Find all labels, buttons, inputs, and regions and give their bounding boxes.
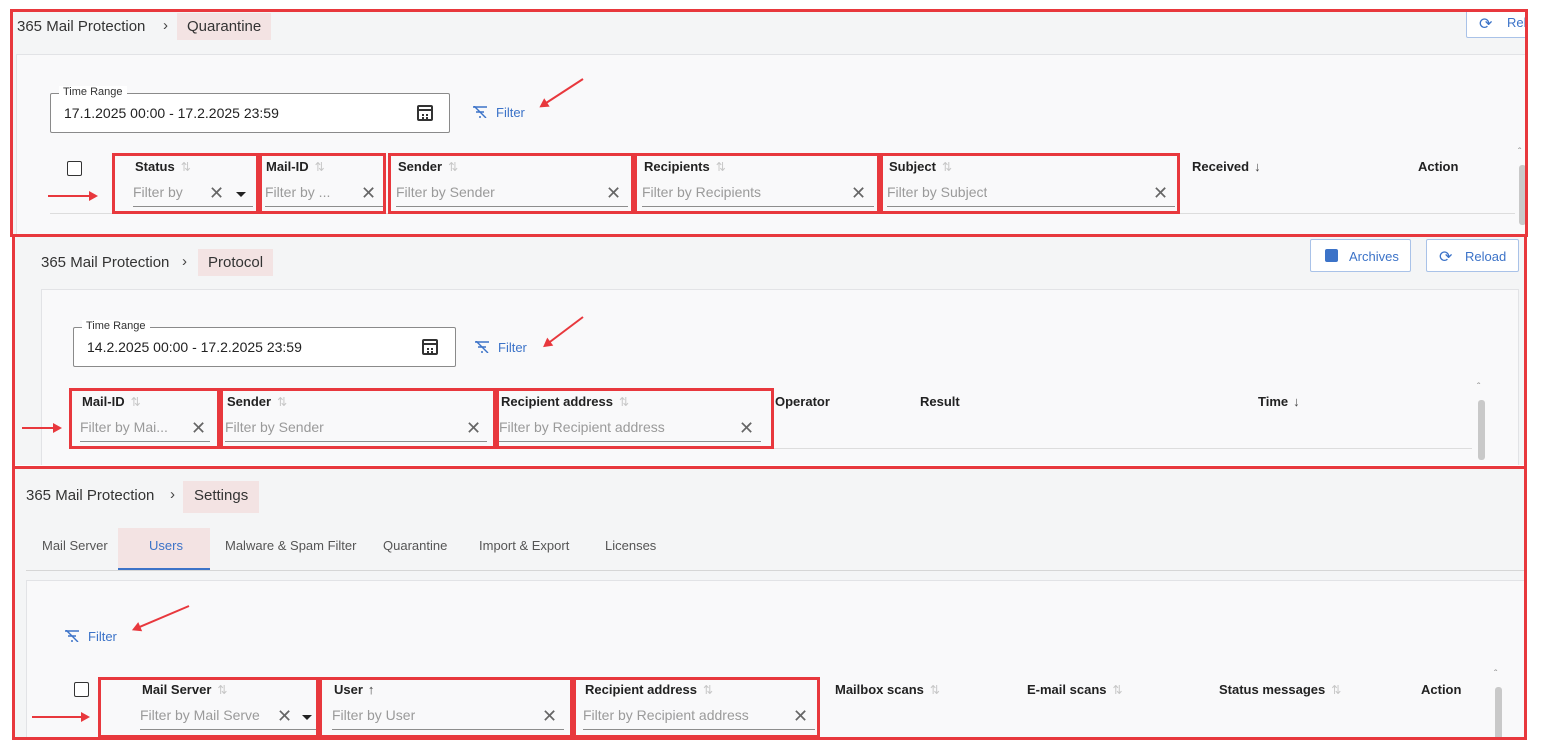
select-all-checkbox[interactable] [67, 161, 82, 176]
column-time-label: Time [1258, 394, 1289, 409]
sort-icon: ⇅ [1331, 683, 1342, 697]
column-mailbox-scans[interactable]: Mailbox scans ⇅ [835, 682, 940, 697]
protocol-recipient-highlight [496, 388, 774, 449]
protocol-mail-id-highlight [69, 388, 220, 449]
tab-import-export[interactable]: Import & Export [479, 538, 569, 553]
sort-desc-icon: ↓ [1254, 159, 1261, 174]
arrow-annotation [22, 423, 62, 433]
scrollbar-thumb[interactable] [1519, 165, 1526, 225]
reload-label: Reloa [1507, 15, 1527, 30]
chevron-right-icon: › [182, 253, 187, 270]
column-received[interactable]: Received ↓ [1192, 159, 1261, 174]
column-status-messages[interactable]: Status messages ⇅ [1219, 682, 1341, 697]
column-action-label: Action [1421, 682, 1462, 697]
status-column-highlight [112, 153, 259, 214]
time-range-field[interactable]: Time Range 14.2.2025 00:00 - 17.2.2025 2… [73, 320, 456, 367]
column-status-messages-label: Status messages [1219, 682, 1326, 697]
select-all-checkbox[interactable] [74, 682, 89, 697]
column-action-label: Action [1418, 159, 1459, 174]
tab-mail-server[interactable]: Mail Server [42, 538, 108, 553]
filter-button[interactable]: Filter [64, 629, 117, 644]
breadcrumb-current: Protocol [198, 249, 274, 276]
archives-button[interactable]: Archives [1310, 239, 1411, 272]
reload-button[interactable]: ⟳ Reload [1426, 239, 1519, 272]
reload-icon: ⟳ [1479, 16, 1493, 33]
column-action: Action [1418, 159, 1458, 174]
sender-column-highlight [388, 153, 634, 214]
breadcrumb-root[interactable]: 365 Mail Protection [41, 254, 169, 271]
filter-label: Filter [498, 340, 527, 355]
time-range-label: Time Range [82, 320, 150, 332]
column-mailbox-scans-label: Mailbox scans [835, 682, 924, 697]
filter-label: Filter [88, 629, 117, 644]
recipients-column-highlight [634, 153, 880, 214]
reload-button[interactable]: ⟳ Reloa [1466, 10, 1527, 38]
chevron-right-icon: › [163, 17, 168, 34]
filter-button[interactable]: Filter [472, 105, 525, 120]
filter-off-icon [64, 629, 80, 643]
sort-icon: ⇅ [1112, 683, 1123, 697]
filter-button[interactable]: Filter [474, 340, 527, 355]
settings-mail-server-highlight [98, 677, 319, 738]
filter-off-icon [472, 105, 488, 119]
tab-malware-spam-filter[interactable]: Malware & Spam Filter [225, 538, 356, 553]
filter-label: Filter [496, 105, 525, 120]
breadcrumb-current: Settings [183, 481, 260, 513]
column-result: Result [920, 394, 960, 409]
arrow-annotation [32, 712, 90, 722]
chevron-right-icon: › [170, 486, 175, 503]
column-email-scans[interactable]: E-mail scans ⇅ [1027, 682, 1123, 697]
archives-label: Archives [1349, 249, 1399, 264]
subject-column-highlight [880, 153, 1180, 214]
sort-desc-icon: ↓ [1293, 394, 1300, 409]
scroll-up-icon[interactable]: ˆ [1494, 669, 1497, 680]
column-email-scans-label: E-mail scans [1027, 682, 1107, 697]
calendar-icon[interactable] [422, 339, 438, 355]
breadcrumb-current: Quarantine [177, 13, 272, 40]
column-operator: Operator [775, 394, 830, 409]
column-time[interactable]: Time ↓ [1258, 394, 1300, 409]
arrow-annotation [48, 191, 98, 201]
time-range-value: 14.2.2025 00:00 - 17.2.2025 23:59 [87, 339, 302, 355]
calendar-icon[interactable] [417, 105, 433, 121]
sort-icon: ⇅ [929, 683, 940, 697]
scrollbar-thumb[interactable] [1478, 400, 1485, 460]
time-range-value: 17.1.2025 00:00 - 17.2.2025 23:59 [64, 105, 279, 121]
filter-off-icon [474, 340, 490, 354]
column-received-label: Received [1192, 159, 1250, 174]
column-result-label: Result [920, 394, 960, 409]
tab-users[interactable]: Users [118, 528, 210, 570]
mail-id-column-highlight [259, 153, 386, 214]
breadcrumb-root[interactable]: 365 Mail Protection [17, 18, 145, 35]
reload-icon: ⟳ [1439, 249, 1453, 266]
archive-icon [1325, 249, 1338, 262]
tab-users-label: Users [149, 538, 183, 553]
column-operator-label: Operator [775, 394, 830, 409]
settings-recipient-highlight [573, 677, 820, 738]
scroll-up-icon[interactable]: ˆ [1518, 147, 1521, 158]
breadcrumb-root[interactable]: 365 Mail Protection [26, 487, 154, 504]
scroll-up-icon[interactable]: ˆ [1477, 382, 1480, 393]
protocol-sender-highlight [220, 388, 496, 449]
tabs-divider [26, 570, 1526, 571]
tab-licenses[interactable]: Licenses [605, 538, 656, 553]
tab-quarantine[interactable]: Quarantine [383, 538, 447, 553]
time-range-label: Time Range [59, 86, 127, 98]
reload-label: Reload [1465, 249, 1507, 264]
settings-user-highlight [319, 677, 573, 738]
scrollbar-thumb[interactable] [1495, 687, 1502, 740]
column-action: Action [1421, 682, 1461, 697]
time-range-field[interactable]: Time Range 17.1.2025 00:00 - 17.2.2025 2… [50, 86, 450, 133]
